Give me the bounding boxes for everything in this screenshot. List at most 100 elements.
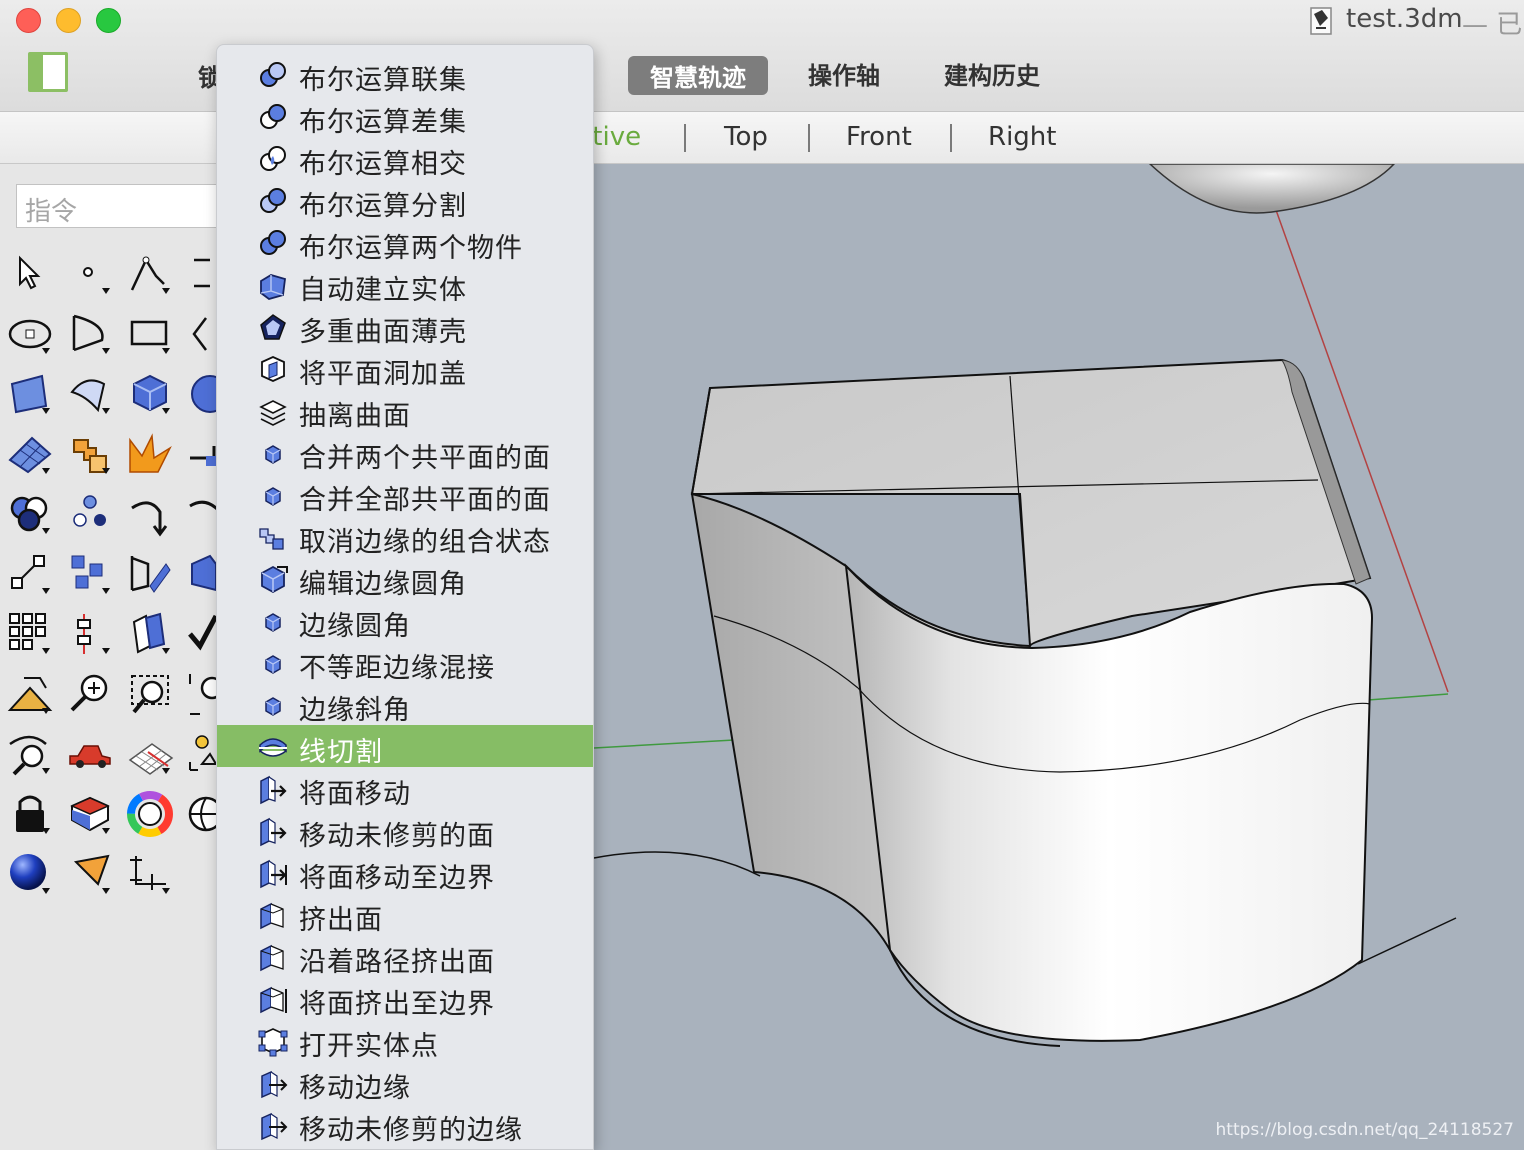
draft-angle-icon[interactable] bbox=[126, 550, 174, 598]
menu-item[interactable]: 挤出面 bbox=[217, 893, 593, 936]
menu-item[interactable]: 布尔运算两个物件 bbox=[217, 221, 593, 264]
tab-top[interactable]: Top bbox=[724, 122, 768, 152]
menu-item[interactable]: 布尔运算差集 bbox=[217, 95, 593, 138]
toolbar-tab-history[interactable]: 建构历史 bbox=[944, 56, 1040, 91]
array-icon[interactable] bbox=[66, 550, 114, 598]
move-untrimmed-edge-icon bbox=[257, 1109, 289, 1141]
unjoin-edge-icon bbox=[257, 521, 289, 553]
menu-item[interactable]: 移动未修剪的边缘 bbox=[217, 1103, 593, 1146]
menu-item[interactable]: 不等距边缘混接 bbox=[217, 641, 593, 684]
menu-item[interactable]: 将平面洞加盖 bbox=[217, 347, 593, 390]
menu-item-label: 沿着路径挤出面 bbox=[299, 947, 495, 978]
boolean-split-icon bbox=[257, 185, 289, 217]
arc-icon[interactable] bbox=[66, 310, 114, 358]
menu-item[interactable]: 布尔运算相交 bbox=[217, 137, 593, 180]
surface-from-points-icon[interactable] bbox=[6, 370, 54, 418]
menu-item[interactable]: 移动边缘 bbox=[217, 1061, 593, 1104]
document-icon bbox=[1308, 6, 1334, 36]
menu-item-label: 布尔运算相交 bbox=[299, 149, 467, 180]
zoom-icon[interactable] bbox=[66, 670, 114, 718]
solid-points-icon bbox=[257, 1025, 289, 1057]
command-input[interactable]: 指令 bbox=[16, 184, 226, 228]
light-icon[interactable] bbox=[66, 850, 114, 898]
menu-item[interactable]: 编辑边缘圆角 bbox=[217, 557, 593, 600]
menu-item[interactable]: 合并全部共平面的面 bbox=[217, 473, 593, 516]
menu-item[interactable]: 边缘斜角 bbox=[217, 683, 593, 726]
menu-item[interactable]: 沿着路径挤出面 bbox=[217, 935, 593, 978]
menu-item-label: 将面挤出至边界 bbox=[299, 989, 495, 1020]
tab-separator bbox=[808, 124, 810, 152]
menu-item-label: 挤出面 bbox=[299, 905, 383, 936]
ungroup-icon[interactable] bbox=[66, 490, 114, 538]
solid-tools-menu: 布尔运算联集 布尔运算差集布尔运算相交 布尔运算分割布尔运算两个物件 自动建立实体 多重… bbox=[216, 44, 594, 1150]
group-icon[interactable] bbox=[6, 490, 54, 538]
menu-item[interactable]: 合并两个共平面的面 bbox=[217, 431, 593, 474]
fillet-edit-icon bbox=[257, 563, 289, 595]
boolean-union-icon bbox=[257, 59, 289, 91]
merge-face-icon bbox=[257, 437, 289, 469]
polyline-icon[interactable] bbox=[126, 250, 174, 298]
create-solid-icon bbox=[257, 269, 289, 301]
box-icon[interactable] bbox=[126, 370, 174, 418]
twist-icon[interactable] bbox=[126, 610, 174, 658]
lock-icon[interactable] bbox=[6, 790, 54, 838]
merge-all-faces-icon bbox=[257, 479, 289, 511]
menu-item-label: 不等距边缘混接 bbox=[299, 653, 495, 684]
zoom-window-icon[interactable] bbox=[126, 670, 174, 718]
dimension-icon[interactable] bbox=[66, 610, 114, 658]
menu-item[interactable]: 边缘圆角 bbox=[217, 599, 593, 642]
solid-front-face bbox=[844, 563, 1374, 1042]
dimension-ortho-icon[interactable] bbox=[126, 850, 174, 898]
menu-item[interactable]: 多重曲面薄壳 bbox=[217, 305, 593, 348]
grid-array-icon[interactable] bbox=[6, 610, 54, 658]
cutting-curve bbox=[593, 851, 761, 877]
grid-display-icon[interactable] bbox=[126, 730, 174, 778]
menu-item[interactable]: 移动未修剪的面 bbox=[217, 809, 593, 852]
minimize-window-button[interactable] bbox=[56, 8, 81, 33]
menu-item[interactable]: 打开实体点 bbox=[217, 1019, 593, 1062]
material-sphere-icon[interactable] bbox=[6, 850, 54, 898]
sidebar-toggle-button[interactable] bbox=[28, 52, 68, 92]
close-window-button[interactable] bbox=[16, 8, 41, 33]
tab-front[interactable]: Front bbox=[846, 122, 912, 152]
surface-from-edges-icon[interactable] bbox=[66, 370, 114, 418]
scale-icon[interactable] bbox=[6, 550, 54, 598]
menu-item[interactable]: 线切割 bbox=[217, 725, 593, 768]
layers-icon[interactable] bbox=[66, 790, 114, 838]
extrude-face-to-boundary-icon bbox=[257, 983, 289, 1015]
color-wheel-icon[interactable] bbox=[126, 790, 174, 838]
extrude-face-along-path-icon bbox=[257, 941, 289, 973]
menu-item[interactable]: 抽离曲面 bbox=[217, 389, 593, 432]
menu-item[interactable]: 布尔运算联集 bbox=[217, 53, 593, 96]
tab-right[interactable]: Right bbox=[988, 122, 1056, 152]
select-arrow-icon[interactable] bbox=[6, 250, 54, 298]
toolbar-tab-smarttrack[interactable]: 智慧轨迹 bbox=[628, 56, 768, 95]
menu-item-label: 抽离曲面 bbox=[299, 401, 411, 432]
menu-item-label: 边缘斜角 bbox=[299, 695, 411, 726]
cplane-icon[interactable] bbox=[6, 670, 54, 718]
menu-item[interactable]: 布尔运算分割 bbox=[217, 179, 593, 222]
rotate-icon[interactable] bbox=[126, 490, 174, 538]
menu-item-label: 移动未修剪的面 bbox=[299, 821, 495, 852]
menu-item[interactable]: 自动建立实体 bbox=[217, 263, 593, 306]
move-untrimmed-face-icon bbox=[257, 815, 289, 847]
boolean-two-objects-icon bbox=[257, 227, 289, 259]
menu-item[interactable]: 取消边缘的组合状态 bbox=[217, 515, 593, 558]
menu-item[interactable]: 将面挤出至边界 bbox=[217, 977, 593, 1020]
point-icon[interactable] bbox=[66, 250, 114, 298]
move-face-icon bbox=[257, 773, 289, 805]
rectangle-icon[interactable] bbox=[126, 310, 174, 358]
car-shaded-icon[interactable] bbox=[66, 730, 114, 778]
ellipse-icon[interactable] bbox=[6, 310, 54, 358]
toolbar-tab-gumball[interactable]: 操作轴 bbox=[808, 56, 880, 91]
menu-item-label: 布尔运算两个物件 bbox=[299, 233, 523, 264]
zoom-window-button[interactable] bbox=[96, 8, 121, 33]
rotate-view-icon[interactable] bbox=[6, 730, 54, 778]
join-puzzle-icon[interactable] bbox=[66, 430, 114, 478]
menu-item[interactable]: 将面移动 bbox=[217, 767, 593, 810]
menu-item-label: 将面移动至边界 bbox=[299, 863, 495, 894]
explode-icon[interactable] bbox=[126, 430, 174, 478]
menu-item[interactable]: 将面移动至边界 bbox=[217, 851, 593, 894]
document-title-suffix: — 已 bbox=[1462, 10, 1523, 40]
mesh-plane-icon[interactable] bbox=[6, 430, 54, 478]
